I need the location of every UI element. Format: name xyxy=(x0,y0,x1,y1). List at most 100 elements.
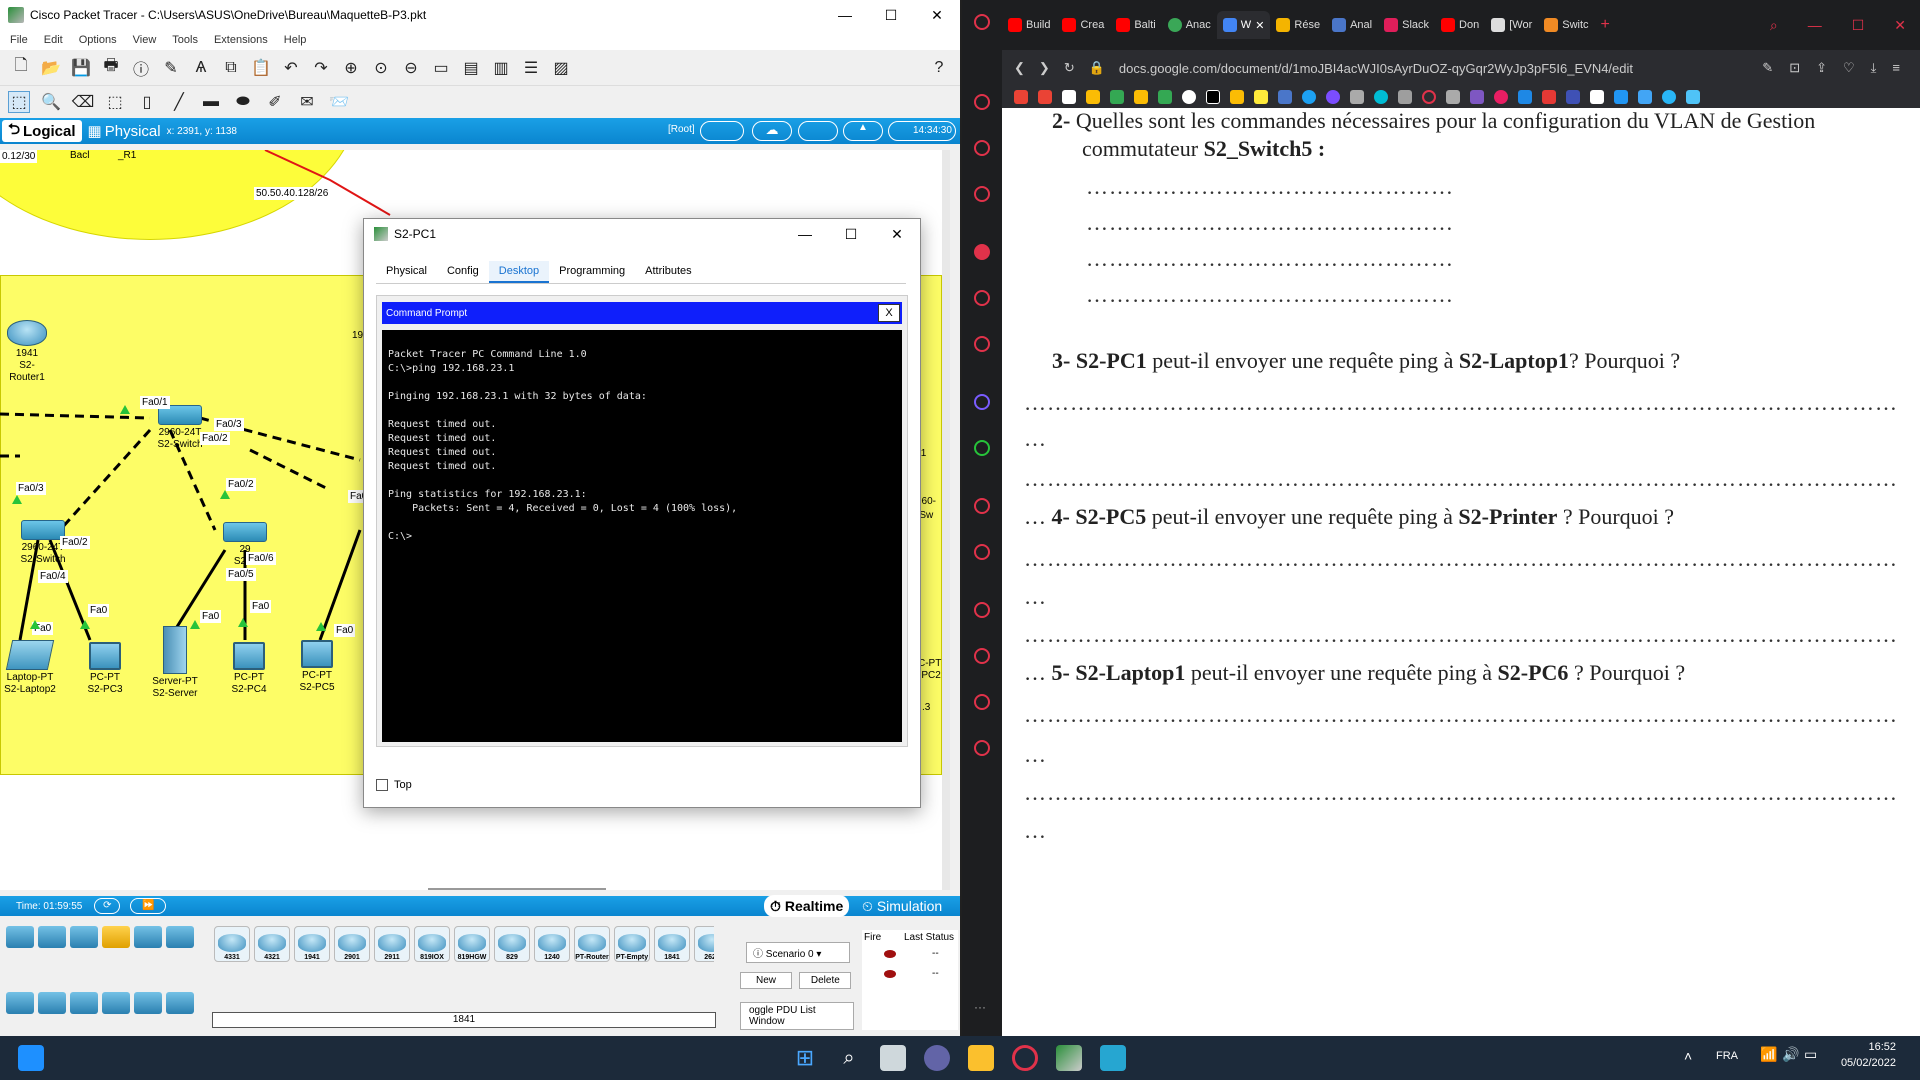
edit-icon[interactable]: ✎ xyxy=(1762,60,1773,76)
browser-minimize-button[interactable]: — xyxy=(1808,17,1822,34)
new-scenario-button[interactable]: New xyxy=(740,972,792,989)
pc-s2-pc5[interactable]: PC-PT S2-PC5 xyxy=(292,640,342,694)
tab-10[interactable]: [Wor xyxy=(1485,11,1538,39)
shopping-icon[interactable] xyxy=(974,336,990,352)
misc-icon[interactable] xyxy=(134,926,162,948)
search-tabs-icon[interactable]: ⌕ xyxy=(1770,17,1778,34)
browser-close-button[interactable]: ✕ xyxy=(1894,17,1906,34)
model-pt-router[interactable]: PT-Router xyxy=(574,926,610,962)
open-folder-icon[interactable]: 📂 xyxy=(40,57,62,79)
command-prompt-console[interactable]: Packet Tracer PC Command Line 1.0 C:\>pi… xyxy=(382,330,902,742)
task-view-icon[interactable] xyxy=(880,1045,906,1071)
slides-icon[interactable] xyxy=(1134,90,1148,104)
packet-tracer-icon[interactable] xyxy=(1056,1045,1082,1071)
heart-icon[interactable]: ♡ xyxy=(1843,60,1855,76)
dialog-maximize-button[interactable]: ☐ xyxy=(828,226,874,243)
notepad-icon[interactable] xyxy=(1100,1045,1126,1071)
note-icon[interactable]: ▯ xyxy=(136,91,158,113)
network-info-icon[interactable]: Ѧ xyxy=(190,57,212,79)
share-icon[interactable]: ⇪ xyxy=(1816,60,1827,76)
document-icon[interactable] xyxy=(1062,90,1076,104)
history-icon[interactable] xyxy=(974,648,990,664)
tab-desktop[interactable]: Desktop xyxy=(488,261,550,283)
switches-icon[interactable] xyxy=(38,992,66,1014)
dialog-minimize-button[interactable]: — xyxy=(782,226,828,243)
speed-dial-icon[interactable] xyxy=(974,94,990,110)
player-icon[interactable] xyxy=(974,498,990,514)
network-devices-icon[interactable] xyxy=(6,926,34,948)
pdu-icon[interactable]: ☰ xyxy=(520,57,542,79)
command-prompt-close-button[interactable]: X xyxy=(878,304,900,322)
messenger-icon[interactable] xyxy=(974,394,990,410)
redo-icon[interactable]: ↷ xyxy=(310,57,332,79)
info-icon[interactable]: ⓘ xyxy=(130,57,152,79)
tab-2[interactable]: Crea xyxy=(1056,11,1110,39)
bookmark-icon[interactable] xyxy=(1326,90,1340,104)
drawing-palette-icon[interactable]: ▭ xyxy=(430,57,452,79)
github-icon[interactable] xyxy=(1182,90,1196,104)
menu-view[interactable]: View xyxy=(133,34,157,46)
ellipse-icon[interactable]: ⬬ xyxy=(232,91,254,113)
model-4321[interactable]: 4321 xyxy=(254,926,290,962)
background-image-icon[interactable]: ▲ xyxy=(843,121,883,141)
connections-icon[interactable] xyxy=(102,926,130,948)
bookmark-icon[interactable] xyxy=(1686,90,1700,104)
tab-physical[interactable]: ▦ Physical xyxy=(82,122,167,141)
menu-extensions[interactable]: Extensions xyxy=(214,34,268,46)
snapshot-icon[interactable]: ⊡ xyxy=(1789,60,1800,76)
gaming-icon[interactable] xyxy=(974,290,990,306)
home-icon[interactable] xyxy=(974,244,990,260)
custom-device-icon[interactable]: ▤ xyxy=(460,57,482,79)
model-1240[interactable]: 1240 xyxy=(534,926,570,962)
add-complex-pdu-icon[interactable]: 📨 xyxy=(328,91,350,113)
menu-icon[interactable]: ≡ xyxy=(1892,60,1900,76)
multiuser-icon[interactable] xyxy=(166,926,194,948)
tab-programming[interactable]: Programming xyxy=(549,261,635,283)
simulation-button[interactable]: ⏲ Simulation xyxy=(862,898,942,915)
bookmark-icon[interactable] xyxy=(1494,90,1508,104)
volume-icon[interactable]: 🔊 xyxy=(1782,1046,1799,1063)
fire-indicator-icon[interactable] xyxy=(884,950,896,958)
bookmark-icon[interactable] xyxy=(1470,90,1484,104)
tab-close-icon[interactable]: ✕ xyxy=(1255,19,1264,32)
wallet-icon[interactable] xyxy=(974,544,990,560)
pc-s2-pc3[interactable]: PC-PT S2-PC3 xyxy=(80,642,130,696)
model-pt-empty[interactable]: PT-Empty xyxy=(614,926,650,962)
search-icon[interactable]: ⌕ xyxy=(836,1045,862,1071)
new-file-icon[interactable]: 🗋 xyxy=(10,57,32,79)
rectangle-icon[interactable]: ▬ xyxy=(200,91,222,113)
jetbrains-icon[interactable] xyxy=(1206,90,1220,104)
tab-google-docs-active[interactable]: W ✕ xyxy=(1216,11,1271,39)
tab-4[interactable]: Anac xyxy=(1162,11,1217,39)
model-1841[interactable]: 1841 xyxy=(654,926,690,962)
image-icon[interactable]: ▨ xyxy=(550,57,572,79)
download-icon[interactable]: ⤓ xyxy=(1871,60,1877,76)
language-indicator[interactable]: FRA xyxy=(1716,1050,1738,1062)
hubs-icon[interactable] xyxy=(70,992,98,1014)
bookmark-icon[interactable] xyxy=(1350,90,1364,104)
vertical-scrollbar[interactable] xyxy=(948,250,950,380)
whatsapp-icon[interactable] xyxy=(974,440,990,456)
model-2901[interactable]: 2901 xyxy=(334,926,370,962)
reload-icon[interactable]: ↻ xyxy=(1064,60,1075,76)
wifi-icon[interactable]: 📶 xyxy=(1760,1046,1777,1063)
menu-options[interactable]: Options xyxy=(79,34,117,46)
wireless-icon[interactable] xyxy=(102,992,130,1014)
model-1941[interactable]: 1941 xyxy=(294,926,330,962)
horizontal-scrollbar[interactable] xyxy=(428,888,606,890)
settings-icon[interactable] xyxy=(974,740,990,756)
model-4331[interactable]: 4331 xyxy=(214,926,250,962)
dialog-close-button[interactable]: ✕ xyxy=(874,226,920,243)
chevron-up-icon[interactable]: ˄ xyxy=(1684,1048,1692,1064)
opera-logo-icon[interactable] xyxy=(974,14,990,30)
tab-1[interactable]: Build xyxy=(1002,11,1056,39)
end-devices-icon[interactable] xyxy=(38,926,66,948)
more-icon[interactable]: ··· xyxy=(974,1000,986,1014)
tab-physical-device[interactable]: Physical xyxy=(376,261,437,283)
copy-icon[interactable]: ⧉ xyxy=(220,57,242,79)
bookmark-icon[interactable] xyxy=(1374,90,1388,104)
start-icon[interactable]: ⊞ xyxy=(792,1045,818,1071)
workspaces-icon[interactable] xyxy=(974,602,990,618)
gmail-icon[interactable] xyxy=(1038,90,1052,104)
bookmark-icon[interactable] xyxy=(1518,90,1532,104)
